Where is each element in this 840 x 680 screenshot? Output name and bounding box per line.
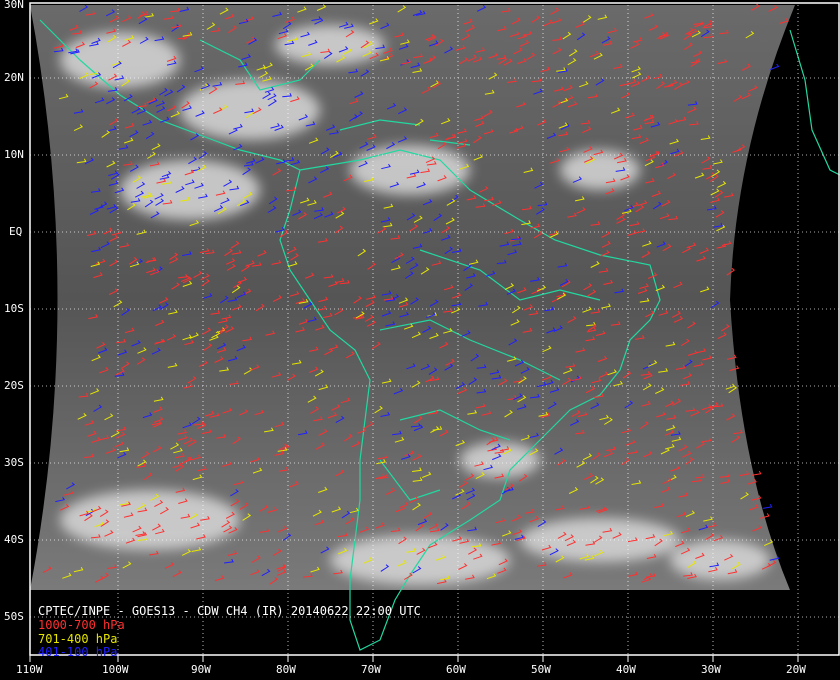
image-title: CPTEC/INPE - GOES13 - CDW CH4 (IR) 20140…: [38, 604, 421, 618]
satellite-wind-map: [0, 0, 840, 680]
legend-low-level: 1000-700 hPa: [38, 618, 125, 632]
lon-label-50w: 50W: [531, 663, 551, 676]
lat-label-10n: 10N: [4, 148, 24, 161]
lon-label-100w: 100W: [102, 663, 129, 676]
lat-label-20s: 20S: [4, 379, 24, 392]
lon-label-30w: 30W: [701, 663, 721, 676]
lat-label-10s: 10S: [4, 302, 24, 315]
lat-label-eq: EQ: [9, 225, 23, 238]
lat-label-30s: 30S: [4, 456, 24, 469]
legend-mid-level: 701-400 hPa: [38, 632, 118, 646]
lon-label-70w: 70W: [361, 663, 381, 676]
lat-label-40s: 40S: [4, 533, 24, 546]
lon-label-90w: 90W: [191, 663, 211, 676]
lat-label-20n: 20N: [4, 71, 24, 84]
lon-label-20w: 20W: [786, 663, 806, 676]
lon-label-80w: 80W: [276, 663, 296, 676]
lon-label-110w: 110W: [16, 663, 43, 676]
lon-label-40w: 40W: [616, 663, 636, 676]
lat-label-30n: 30N: [4, 0, 24, 11]
legend-high-level: 401-100 hPa: [38, 645, 118, 659]
lon-label-60w: 60W: [446, 663, 466, 676]
lat-label-50s: 50S: [4, 610, 24, 623]
